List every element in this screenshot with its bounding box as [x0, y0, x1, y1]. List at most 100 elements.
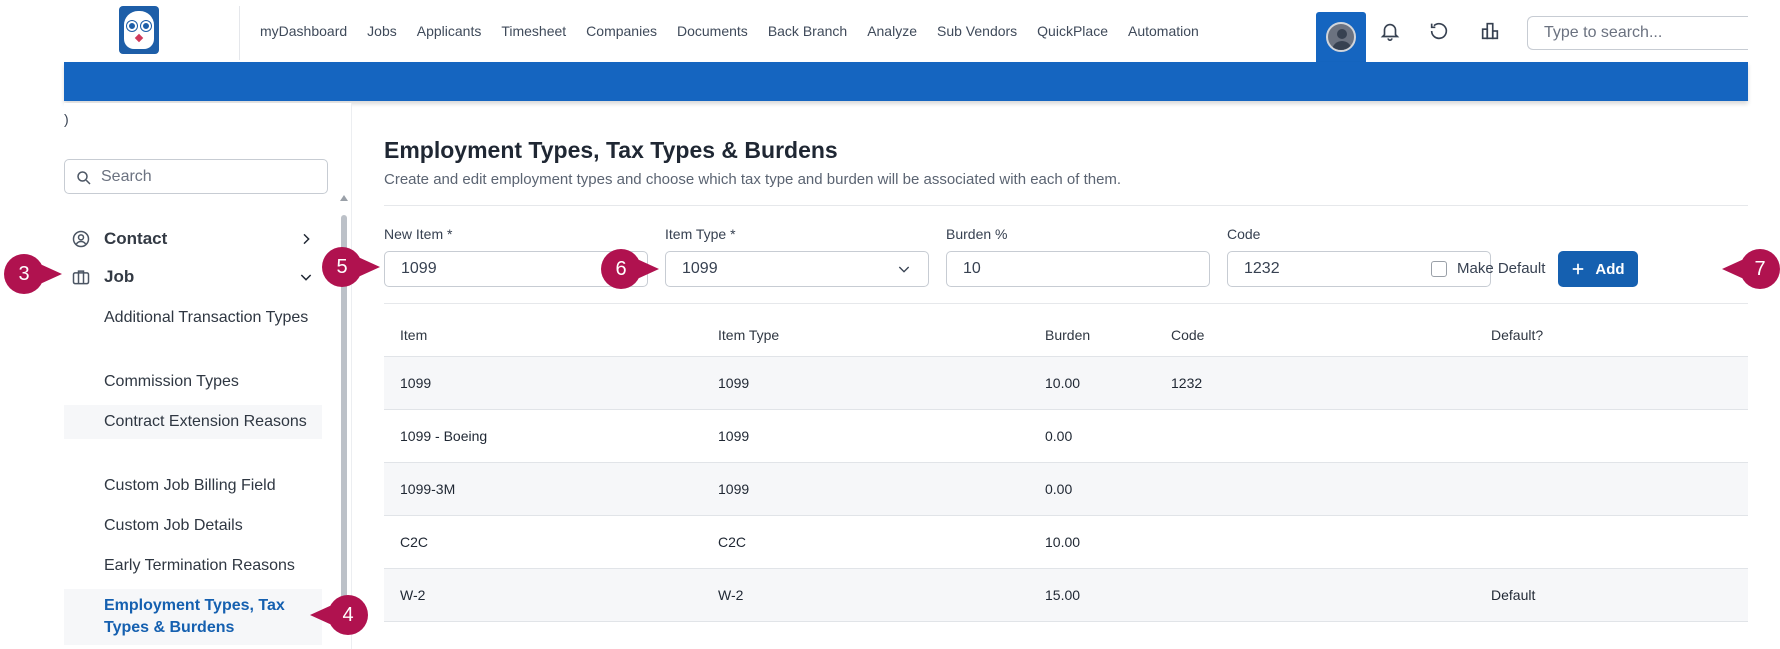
nav-link-applicants[interactable]: Applicants — [417, 23, 482, 39]
nav-link-automation[interactable]: Automation — [1128, 23, 1199, 39]
cell-item-type: C2C — [718, 534, 747, 550]
cell-item-type: 1099 — [718, 481, 750, 497]
app: myDashboard Jobs Applicants Timesheet Co… — [64, 0, 1748, 649]
make-default-label: Make Default — [1457, 260, 1546, 277]
scroll-up-arrow[interactable] — [340, 195, 348, 201]
avatar — [1326, 22, 1356, 52]
cell-burden: 15.00 — [1045, 587, 1081, 603]
cell-burden: 10.00 — [1045, 534, 1081, 550]
nav-link-timesheet[interactable]: Timesheet — [501, 23, 566, 39]
callout-marker: 7 — [1718, 249, 1780, 289]
page-subtitle: Create and edit employment types and cho… — [384, 171, 1122, 188]
callout-marker: 4 — [306, 595, 368, 635]
cell-item: W-2 — [400, 587, 426, 603]
divider — [384, 205, 1748, 206]
history-icon[interactable] — [1426, 18, 1452, 44]
cell-item: C2C — [400, 534, 429, 550]
sidebar-category-label: Contact — [104, 229, 168, 248]
nav-link-sub-vendors[interactable]: Sub Vendors — [937, 23, 1017, 39]
column-header-default[interactable]: Default? — [1491, 327, 1543, 343]
callout-marker: 6 — [601, 249, 659, 289]
cell-item-type: W-2 — [718, 587, 744, 603]
sidebar-item-contract-extension-reasons[interactable]: Contract Extension Reasons — [64, 405, 322, 439]
cell-item-type: 1099 — [718, 375, 750, 391]
burden-input[interactable] — [946, 251, 1210, 287]
cell-code: 1232 — [1171, 375, 1203, 391]
sidebar-category-contact[interactable]: Contact — [64, 221, 328, 257]
nav-link-documents[interactable]: Documents — [677, 23, 748, 39]
nav-link-jobs[interactable]: Jobs — [367, 23, 397, 39]
sidebar-item-commission-types[interactable]: Commission Types — [64, 365, 322, 399]
callout-number: 3 — [4, 254, 44, 294]
column-header-code[interactable]: Code — [1171, 327, 1204, 343]
item-type-label: Item Type * — [665, 226, 736, 242]
app-logo[interactable] — [119, 6, 159, 54]
search-icon — [77, 171, 91, 185]
settings-sidebar: ) Contact Job Additional Transaction Typ… — [64, 103, 352, 649]
sidebar-item-custom-job-details[interactable]: Custom Job Details — [64, 509, 322, 543]
briefcase-icon — [72, 270, 90, 285]
sidebar-search-input[interactable] — [101, 160, 321, 193]
column-header-item[interactable]: Item — [400, 327, 427, 343]
table-row[interactable]: 1099 1099 10.00 1232 — [384, 357, 1748, 410]
sidebar-item-employment-types[interactable]: Employment Types, Tax Types & Burdens — [64, 589, 322, 645]
main-content: Employment Types, Tax Types & Burdens Cr… — [384, 103, 1748, 649]
user-circle-icon — [72, 230, 90, 248]
page-title: Employment Types, Tax Types & Burdens — [384, 137, 838, 163]
sidebar-item-early-termination-reasons[interactable]: Early Termination Reasons — [64, 549, 322, 583]
header-banner — [64, 62, 1748, 101]
cell-burden: 0.00 — [1045, 428, 1073, 444]
owl-logo-icon — [124, 11, 154, 49]
sidebar-category-label: Job — [104, 267, 135, 286]
sidebar-category-job[interactable]: Job — [64, 259, 328, 295]
user-menu-button[interactable] — [1316, 12, 1366, 62]
cell-item: 1099-3M — [400, 481, 456, 497]
cell-default: Default — [1491, 587, 1536, 603]
table-row[interactable]: 1099-3M 1099 0.00 — [384, 463, 1748, 516]
sidebar-search[interactable] — [64, 159, 328, 194]
sidebar-item-custom-job-billing-field[interactable]: Custom Job Billing Field — [64, 469, 322, 503]
sidebar-item-additional-transaction-types[interactable]: Additional Transaction Types — [64, 301, 322, 335]
building-icon[interactable] — [1477, 18, 1503, 44]
callout-number: 5 — [322, 247, 362, 287]
callout-number: 6 — [601, 249, 641, 289]
table-row[interactable]: W-2 W-2 15.00 Default — [384, 569, 1748, 622]
column-header-burden[interactable]: Burden — [1045, 327, 1090, 343]
code-label: Code — [1227, 226, 1261, 242]
employment-types-table: Item Item Type Burden Code Default? 1099… — [384, 315, 1748, 622]
nav-links: myDashboard Jobs Applicants Timesheet Co… — [260, 0, 1199, 62]
item-type-select[interactable]: 1099 — [665, 251, 929, 287]
checkbox-box[interactable] — [1431, 260, 1447, 277]
nav-link-back-branch[interactable]: Back Branch — [768, 23, 847, 39]
callout-marker: 3 — [4, 254, 62, 294]
table-row[interactable]: C2C C2C 10.00 — [384, 516, 1748, 569]
cell-burden: 0.00 — [1045, 481, 1073, 497]
nav-divider — [239, 6, 240, 60]
add-button-label: Add — [1595, 260, 1625, 278]
burden-label: Burden % — [946, 226, 1008, 242]
nav-link-companies[interactable]: Companies — [586, 23, 657, 39]
nav-link-quickplace[interactable]: QuickPlace — [1037, 23, 1108, 39]
cell-item-type: 1099 — [718, 428, 750, 444]
make-default-checkbox[interactable]: Make Default — [1431, 260, 1545, 277]
add-button[interactable]: Add — [1558, 251, 1638, 287]
column-header-item-type[interactable]: Item Type — [718, 327, 779, 343]
top-nav: myDashboard Jobs Applicants Timesheet Co… — [64, 0, 1748, 62]
callout-number: 4 — [328, 595, 368, 635]
nav-link-mydashboard[interactable]: myDashboard — [260, 23, 347, 39]
nav-link-analyze[interactable]: Analyze — [867, 23, 917, 39]
global-search-input[interactable] — [1527, 16, 1748, 50]
table-header: Item Item Type Burden Code Default? — [384, 315, 1748, 357]
new-item-label: New Item * — [384, 226, 453, 242]
chevron-down-icon — [898, 266, 910, 273]
table-row[interactable]: 1099 - Boeing 1099 0.00 — [384, 410, 1748, 463]
item-type-value: 1099 — [682, 260, 718, 277]
plus-icon — [1573, 263, 1584, 275]
chevron-right-icon — [303, 233, 310, 245]
divider — [384, 303, 1748, 304]
cell-item: 1099 — [400, 375, 432, 391]
chevron-down-icon — [300, 274, 312, 281]
sidebar-collapse-glyph[interactable]: ) — [64, 111, 69, 127]
bell-icon[interactable] — [1377, 18, 1403, 44]
callout-number: 7 — [1740, 249, 1780, 289]
